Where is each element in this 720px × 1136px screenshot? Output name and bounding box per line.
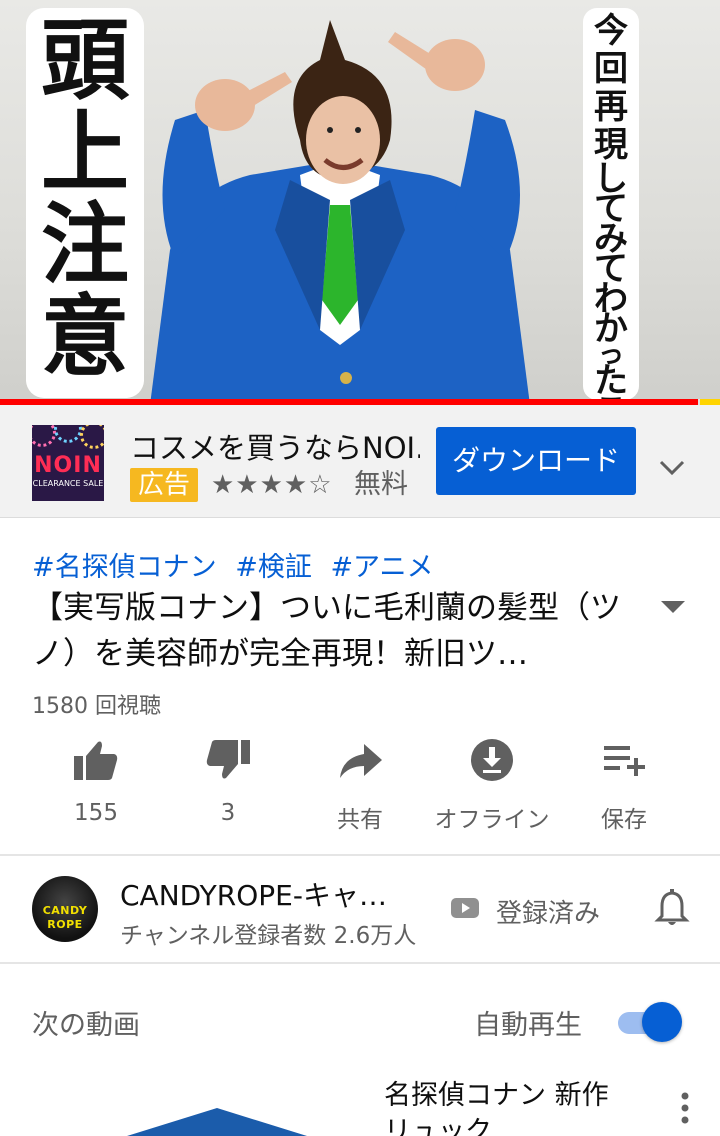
headline-char: 上 — [40, 100, 129, 204]
subtext-char: 回 — [594, 49, 628, 89]
hashtag-list: #名探偵コナン #検証 #アニメ — [32, 545, 444, 584]
ad-title[interactable]: コスメを買うならNOI.. — [130, 425, 420, 467]
save-button[interactable]: 保存 — [558, 736, 690, 836]
share-button[interactable]: 共有 — [294, 736, 426, 836]
ad-logo-brand: NOIN — [34, 453, 102, 478]
chevron-down-icon[interactable] — [654, 449, 690, 485]
subtext-char: 今 — [594, 11, 628, 51]
dislike-button[interactable]: 3 — [162, 736, 294, 836]
expand-description-icon[interactable] — [658, 597, 688, 617]
save-label: 保存 — [601, 807, 647, 833]
ad-app-logo[interactable]: NOIN CLEARANCE SALE — [32, 425, 104, 501]
download-icon — [471, 739, 513, 781]
firework-decoration — [80, 425, 104, 449]
firework-decoration — [54, 425, 82, 443]
headline-char: 注 — [40, 192, 129, 296]
ad-download-button[interactable]: ダウンロード — [436, 427, 636, 495]
channel-avatar[interactable]: CANDY ROPE — [32, 876, 98, 942]
dislike-count: 3 — [220, 800, 236, 826]
firework-decoration — [32, 425, 56, 447]
offline-download-button[interactable]: オフライン — [426, 736, 558, 836]
like-count: 155 — [74, 800, 118, 826]
thumbnail-subtext-vertical: 今 回 再 現 し て み て わ か っ た こ と — [583, 8, 639, 405]
section-divider — [0, 962, 720, 964]
avatar-text: CANDY — [42, 904, 88, 917]
ad-banner[interactable]: NOIN CLEARANCE SALE コスメを買うならNOI.. 広告 ★★★… — [0, 405, 720, 518]
autoplay-label: 自動再生 — [474, 1010, 582, 1041]
hashtag-link[interactable]: #検証 — [235, 552, 312, 583]
youtube-play-icon — [451, 898, 479, 918]
action-bar: 155 3 共有 オフライン 保存 — [0, 736, 720, 846]
thumbs-up-icon — [74, 741, 118, 780]
ad-price: 無料 — [354, 469, 408, 500]
like-button[interactable]: 155 — [30, 736, 162, 836]
video-player[interactable]: 頭 上 注 意 。 今 回 再 現 し て み て わ か っ た こ と — [0, 0, 720, 405]
thumbs-down-icon — [206, 740, 250, 779]
up-next-heading: 次の動画 — [32, 1010, 140, 1041]
playlist-add-icon — [604, 746, 645, 776]
next-video-thumbnail[interactable] — [32, 1080, 362, 1136]
ad-badge: 広告 — [130, 468, 199, 502]
avatar-text: ROPE — [47, 918, 83, 931]
next-video-title[interactable]: 名探偵コナン 新作リュック — [384, 1078, 624, 1136]
autoplay-toggle[interactable] — [616, 1002, 682, 1042]
thumbnail-headline-vertical: 頭 上 注 意 。 — [26, 8, 144, 405]
subscribed-button[interactable]: 登録済み — [496, 893, 600, 930]
view-count: 1580 回視聴 — [32, 694, 161, 719]
video-title[interactable]: 【実写版コナン】ついに毛利蘭の髪型（ツノ）を美容師が完全再現！新旧ツ… — [32, 585, 622, 677]
subtext-char: 再 — [594, 87, 628, 127]
hashtag-link[interactable]: #アニメ — [330, 552, 433, 583]
offline-label: オフライン — [434, 807, 550, 833]
subscriber-count: チャンネル登録者数 2.6万人 — [120, 923, 417, 949]
share-label: 共有 — [337, 807, 383, 833]
channel-name[interactable]: CANDYROPE-キャ… — [120, 874, 410, 914]
section-divider — [0, 854, 720, 856]
ad-rating-stars: ★★★★☆ — [211, 470, 333, 500]
hashtag-link[interactable]: #名探偵コナン — [32, 552, 217, 583]
notification-bell-icon[interactable] — [654, 888, 690, 928]
more-options-icon[interactable] — [670, 1090, 700, 1126]
toggle-knob — [642, 1002, 682, 1042]
share-icon — [340, 744, 382, 778]
headline-char: 頭 — [40, 8, 129, 112]
ad-logo-subtext: CLEARANCE SALE — [32, 479, 104, 488]
